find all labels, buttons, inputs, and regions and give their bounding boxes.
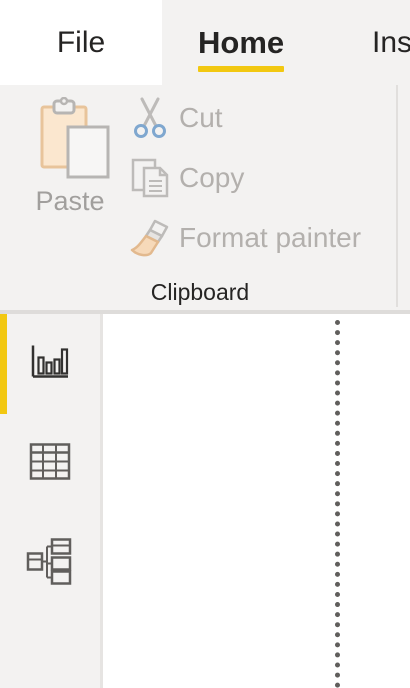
model-diagram-icon (26, 538, 74, 591)
report-canvas[interactable] (103, 314, 410, 688)
copy-icon (128, 156, 172, 200)
report-view-button[interactable] (0, 314, 100, 414)
model-view-button[interactable] (0, 514, 100, 614)
format-painter-label: Format painter (179, 222, 362, 253)
tab-file[interactable]: File (0, 0, 162, 85)
clipboard-group-label: Clipboard (150, 279, 250, 305)
ribbon-home-panel: Paste Cut Copy Format painter Clipboard (0, 85, 410, 312)
table-grid-icon (29, 443, 71, 486)
tab-home-active-indicator (198, 66, 285, 72)
paste-label: Paste (35, 186, 105, 216)
active-view-indicator (0, 314, 7, 414)
format-painter-button[interactable]: Format painter (128, 213, 361, 263)
clipboard-paste-icon (38, 96, 114, 183)
copy-button[interactable]: Copy (128, 153, 244, 203)
tab-home-label: Home (198, 24, 285, 60)
copy-label: Copy (179, 162, 245, 193)
ribbon-tab-bar: File Home Ins (0, 0, 410, 85)
scissors-icon (128, 96, 172, 140)
cut-label: Cut (179, 102, 223, 133)
tab-file-label: File (56, 25, 106, 59)
tab-insert[interactable]: Ins (372, 0, 410, 85)
data-view-button[interactable] (0, 414, 100, 514)
page-boundary-line (335, 320, 340, 688)
paste-button[interactable]: Paste (22, 93, 118, 228)
tab-insert-label: Ins (372, 25, 410, 59)
app-window: File Home Ins Paste Cut Copy Format pain… (0, 0, 410, 688)
bar-chart-icon (30, 344, 70, 385)
paintbrush-icon (128, 216, 172, 260)
ribbon-group-divider (396, 85, 398, 307)
cut-button[interactable]: Cut (128, 93, 223, 143)
tab-home[interactable]: Home (198, 0, 285, 85)
view-rail (0, 314, 100, 688)
